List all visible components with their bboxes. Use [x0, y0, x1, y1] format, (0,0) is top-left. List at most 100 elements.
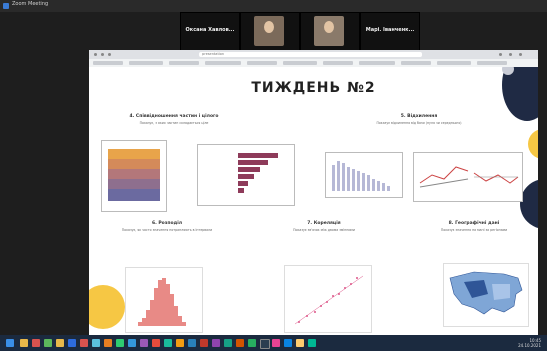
- app-icon[interactable]: [116, 339, 124, 347]
- bookmark-item[interactable]: [169, 61, 199, 65]
- section-description: Показує зв'язок між двома змінними: [293, 228, 355, 232]
- deviation-lines-thumbnail: [419, 166, 519, 188]
- scatter-thumbnail: [294, 275, 364, 325]
- bookmark-item[interactable]: [93, 61, 123, 65]
- window-title: Zoom Meeting: [12, 1, 49, 7]
- app-icon: [3, 3, 9, 9]
- chart-thumbnail: [101, 140, 167, 212]
- shared-screen: presentation ТИЖДЕНЬ №2 4. Співвідношенн…: [89, 50, 538, 335]
- thumb-band: [108, 179, 160, 189]
- profile-icon[interactable]: [509, 53, 512, 56]
- bookmark-item[interactable]: [401, 61, 431, 65]
- thumb-bar: [342, 163, 345, 191]
- thumb-bar: [146, 310, 150, 326]
- start-icon[interactable]: [6, 339, 14, 347]
- thumb-line: [419, 178, 469, 188]
- app-icon[interactable]: [200, 339, 208, 347]
- bookmark-item[interactable]: [283, 61, 317, 65]
- clock-date: 24.10.2021: [518, 343, 541, 348]
- file-explorer-icon[interactable]: [20, 339, 28, 347]
- bookmark-item[interactable]: [437, 61, 471, 65]
- bookmark-item[interactable]: [323, 61, 353, 65]
- app-icon[interactable]: [56, 339, 64, 347]
- thumb-bar: [174, 306, 178, 326]
- app-icon[interactable]: [128, 339, 136, 347]
- choropleth-map-thumbnail: [449, 271, 523, 315]
- app-icon[interactable]: [140, 339, 148, 347]
- thumb-bar: [238, 181, 248, 186]
- waterfall-thumbnail: [238, 153, 278, 193]
- bookmark-item[interactable]: [477, 61, 507, 65]
- extensions-icon[interactable]: [499, 53, 502, 56]
- thumb-bar: [377, 181, 380, 191]
- app-icon[interactable]: [236, 339, 244, 347]
- chart-thumbnail: [443, 263, 529, 327]
- app-icon[interactable]: [308, 339, 316, 347]
- forward-icon[interactable]: [101, 53, 104, 56]
- participant-video: [254, 16, 284, 46]
- thumb-line: [473, 172, 519, 184]
- chart-thumbnail: [284, 265, 372, 333]
- thumb-band: [108, 159, 160, 169]
- thumb-bar: [238, 174, 254, 179]
- menu-icon[interactable]: [519, 53, 522, 56]
- thumb-bar: [387, 186, 390, 191]
- histogram-thumbnail: [138, 278, 186, 326]
- app-icon[interactable]: [284, 339, 292, 347]
- participant-video: [314, 16, 344, 46]
- app-icon[interactable]: [260, 339, 270, 349]
- map-region: [492, 284, 510, 300]
- thumb-bar: [150, 300, 154, 326]
- section-description: Показує, як часто значення потрапляють в…: [121, 228, 213, 232]
- thumb-bar: [170, 294, 174, 326]
- stacked-area-thumbnail: [108, 149, 160, 201]
- app-icon[interactable]: [92, 339, 100, 347]
- section-description: Показує, з яких частин складається ціле: [139, 121, 209, 125]
- app-icon[interactable]: [188, 339, 196, 347]
- thumb-bar: [367, 175, 370, 191]
- thumb-bar: [332, 165, 335, 191]
- bookmark-item[interactable]: [129, 61, 163, 65]
- decor-shape: [528, 129, 538, 159]
- system-clock[interactable]: 10:45 24.10.2021: [518, 338, 541, 348]
- app-icon[interactable]: [44, 339, 52, 347]
- app-icon[interactable]: [68, 339, 76, 347]
- thumb-bar: [347, 167, 350, 191]
- back-icon[interactable]: [94, 53, 97, 56]
- thumb-bar: [372, 179, 375, 191]
- chart-thumbnail: [325, 152, 403, 198]
- thumb-bar: [382, 183, 385, 191]
- participant-name: Марі. Іванченк...: [365, 27, 415, 33]
- thumb-bar: [178, 316, 182, 326]
- thumb-bar: [238, 160, 268, 165]
- thumb-bar: [166, 284, 170, 326]
- app-icon[interactable]: [152, 339, 160, 347]
- app-icon[interactable]: [296, 339, 304, 347]
- window-titlebar: Zoom Meeting: [0, 0, 547, 12]
- thumb-bar: [337, 161, 340, 191]
- section-title: 8. Географічні дані: [448, 221, 500, 226]
- thumb-bar: [362, 173, 365, 191]
- bookmark-item[interactable]: [205, 61, 241, 65]
- bookmark-item[interactable]: [359, 61, 395, 65]
- thumb-band: [108, 169, 160, 179]
- app-icon[interactable]: [224, 339, 232, 347]
- deviation-bars-thumbnail: [332, 161, 390, 191]
- thumb-bar: [138, 322, 142, 326]
- thumb-band: [108, 189, 160, 201]
- address-bar[interactable]: presentation: [199, 52, 422, 57]
- chart-thumbnail: [125, 267, 203, 333]
- app-icon[interactable]: [32, 339, 40, 347]
- decor-shape: [89, 285, 125, 329]
- app-icon[interactable]: [104, 339, 112, 347]
- bookmark-item[interactable]: [247, 61, 277, 65]
- reload-icon[interactable]: [108, 53, 111, 56]
- section-description: Показує значення на мапі за регіонами: [440, 228, 508, 232]
- app-icon[interactable]: [176, 339, 184, 347]
- app-icon[interactable]: [80, 339, 88, 347]
- app-icon[interactable]: [272, 339, 280, 347]
- app-icon[interactable]: [164, 339, 172, 347]
- app-icon[interactable]: [212, 339, 220, 347]
- app-icon[interactable]: [248, 339, 256, 347]
- chart-thumbnail: [413, 152, 523, 202]
